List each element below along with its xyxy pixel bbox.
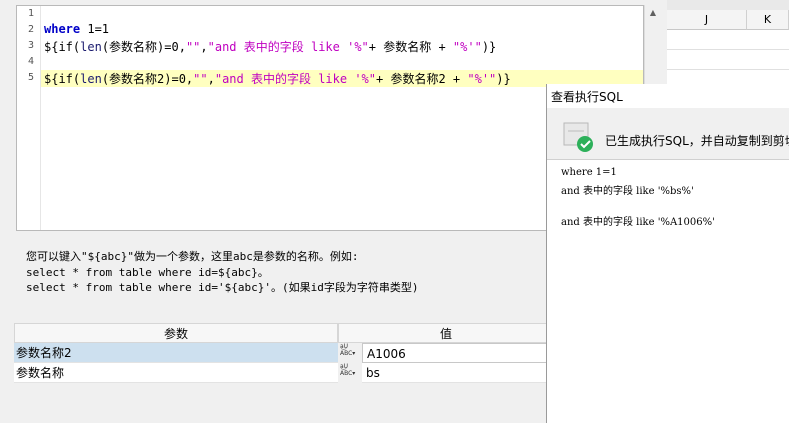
column-header-value[interactable]: 值 bbox=[338, 323, 554, 343]
param-name-cell[interactable]: 参数名称2 bbox=[14, 343, 338, 363]
hint-line: select * from table where id=${abc}。 bbox=[26, 266, 269, 279]
sql-line: and 表中的字段 like '%A1006%' bbox=[561, 217, 715, 228]
line-number: 3 bbox=[27, 40, 34, 51]
sheet-top-bar bbox=[667, 0, 789, 10]
dialog-message-band: 已生成执行SQL，并自动复制到剪切 bbox=[547, 108, 789, 160]
dialog-title: 查看执行SQL bbox=[551, 90, 623, 104]
code-text: + 参数名称 + bbox=[368, 40, 453, 54]
generated-sql-text[interactable]: where 1=1 and 表中的字段 like '%bs%' and 表中的字… bbox=[547, 161, 789, 423]
string-literal: "and 表中的字段 like '%" bbox=[214, 72, 377, 86]
scroll-up-arrow-icon[interactable]: ▲ bbox=[645, 5, 661, 21]
code-text: ${if( bbox=[44, 40, 81, 54]
code-text: , bbox=[200, 40, 208, 54]
type-abc-icon[interactable]: a͜U ABC▾ bbox=[338, 363, 360, 383]
hint-line: select * from table where id='${abc}'。(如… bbox=[26, 281, 419, 294]
function-name: len bbox=[80, 72, 102, 86]
code-text: 1=1 bbox=[80, 22, 110, 36]
code-line-2: where 1=1 bbox=[44, 22, 109, 36]
code-text: + 参数名称2 + bbox=[376, 72, 468, 86]
column-header-j[interactable]: J bbox=[667, 10, 747, 30]
code-text: ${if( bbox=[44, 72, 81, 86]
code-text: (参数名称2)=0, bbox=[101, 72, 194, 86]
function-name: len bbox=[80, 40, 102, 54]
code-line-5: ${if(len(参数名称2)=0,"","and 表中的字段 like '%"… bbox=[44, 70, 511, 87]
dialog-title-bar[interactable]: 查看执行SQL bbox=[547, 84, 789, 106]
line-number: 1 bbox=[27, 8, 34, 19]
code-text: )} bbox=[496, 72, 511, 86]
code-line-3: ${if(len(参数名称)=0,"","and 表中的字段 like '%"+… bbox=[44, 38, 496, 55]
line-number: 4 bbox=[27, 56, 34, 67]
column-header-k[interactable]: K bbox=[747, 10, 789, 30]
string-literal: "" bbox=[185, 40, 201, 54]
type-abc-icon[interactable]: a͜U ABC▾ bbox=[338, 343, 360, 363]
param-name-cell[interactable]: 参数名称 bbox=[14, 363, 338, 383]
view-sql-dialog: 查看执行SQL 已生成执行SQL，并自动复制到剪切 where 1=1 and … bbox=[546, 84, 789, 423]
string-literal: "%'" bbox=[467, 72, 497, 86]
string-literal: "" bbox=[193, 72, 208, 86]
param-value-input[interactable]: A1006 bbox=[362, 343, 554, 363]
string-literal: "and 表中的字段 like '%" bbox=[207, 40, 369, 54]
sql-line: where 1=1 bbox=[561, 167, 617, 178]
document-check-icon bbox=[563, 122, 593, 152]
dialog-message: 已生成执行SQL，并自动复制到剪切 bbox=[605, 134, 789, 148]
parameter-grid: 参数 值 参数名称2 a͜U ABC▾ A1006 参数名称 a͜U ABC▾ bs bbox=[14, 323, 554, 423]
string-literal: "%'" bbox=[452, 40, 482, 54]
line-number: 5 bbox=[27, 72, 34, 83]
param-value-input[interactable]: bs bbox=[362, 363, 554, 383]
sql-line: and 表中的字段 like '%bs%' bbox=[561, 186, 694, 197]
code-text: , bbox=[207, 72, 215, 86]
hint-line: 您可以键入"${abc}"做为一个参数，这里abc是参数的名称。例如: bbox=[26, 250, 359, 263]
column-header-param[interactable]: 参数 bbox=[14, 323, 338, 343]
keyword-where: where bbox=[44, 22, 81, 36]
code-text: (参数名称)=0, bbox=[101, 40, 186, 54]
code-text: )} bbox=[481, 40, 497, 54]
line-number: 2 bbox=[27, 24, 34, 35]
